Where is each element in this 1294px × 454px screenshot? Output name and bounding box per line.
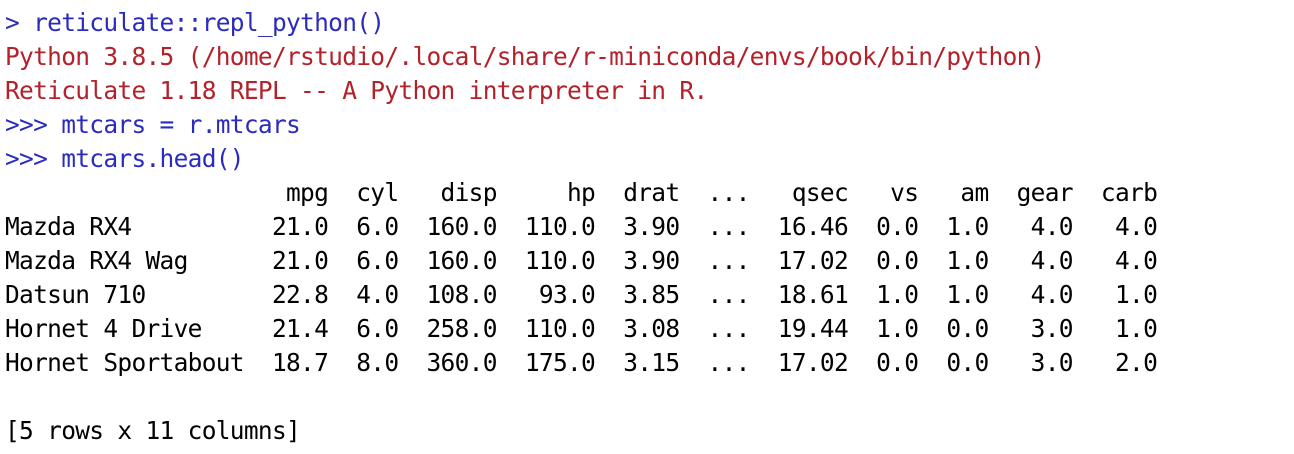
table-row: Mazda RX4 Wag 21.0 6.0 160.0 110.0 3.90 … (5, 246, 1158, 275)
python-version-message: Python 3.8.5 (/home/rstudio/.local/share… (5, 42, 1045, 71)
table-header: mpg cyl disp hp drat ... qsec vs am gear… (5, 178, 1158, 207)
command-line-assign-mtcars: >>> mtcars = r.mtcars (5, 110, 301, 139)
command-line-repl-python: > reticulate::repl_python() (5, 8, 385, 37)
table-summary: [5 rows x 11 columns] (5, 416, 301, 445)
table-row: Hornet 4 Drive 21.4 6.0 258.0 110.0 3.08… (5, 314, 1158, 343)
table-row: Hornet Sportabout 18.7 8.0 360.0 175.0 3… (5, 348, 1158, 377)
reticulate-repl-message: Reticulate 1.18 REPL -- A Python interpr… (5, 76, 708, 105)
table-row: Mazda RX4 21.0 6.0 160.0 110.0 3.90 ... … (5, 212, 1158, 241)
table-row: Datsun 710 22.8 4.0 108.0 93.0 3.85 ... … (5, 280, 1158, 309)
r-console[interactable]: > reticulate::repl_python() Python 3.8.5… (0, 0, 1294, 454)
command-line-mtcars-head: >>> mtcars.head() (5, 144, 245, 173)
